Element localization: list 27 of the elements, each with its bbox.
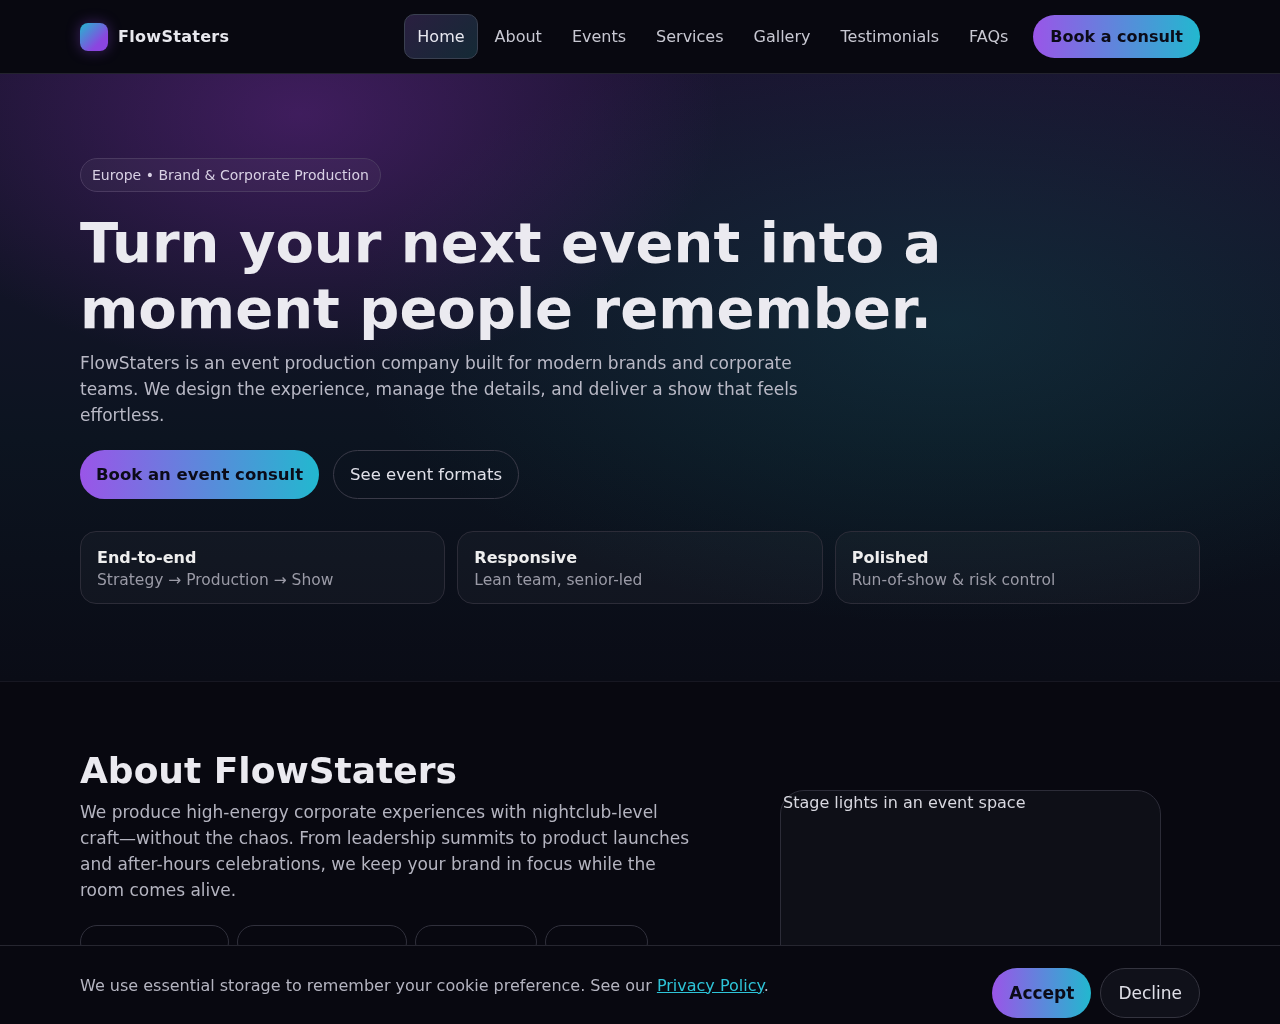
location-badge: Europe • Brand & Corporate Production [80, 158, 381, 192]
primary-button[interactable]: Book an event consult [80, 450, 320, 499]
nav-link[interactable]: Events [558, 14, 640, 59]
feature-title: Responsive [474, 548, 579, 567]
nav-link[interactable]: Services [643, 14, 737, 59]
about-description: We produce high-energy corporate experiences with nightclub-level craft—without the chaos. From leadership summits to product launches and after-hours celebrations, we keep your brand in focus while the room comes alive. [80, 801, 691, 902]
hero-heading: Turn your next event into a moment people remember. [80, 210, 943, 342]
book-consult-button[interactable]: Book a consult [1033, 15, 1200, 58]
privacy-policy-link[interactable]: Privacy Policy [656, 975, 764, 995]
decline-button[interactable]: Decline [1100, 968, 1200, 1018]
accept-button[interactable]: Accept [992, 968, 1092, 1018]
logo-icon [80, 22, 108, 51]
feature-text: Run-of-show & risk control [851, 571, 1057, 589]
nav-link[interactable]: About [481, 14, 555, 59]
nav-link[interactable]: Home [404, 14, 478, 59]
feature-text: Lean team, senior-led [474, 571, 644, 589]
feature-title: Polished [851, 548, 930, 567]
brand-name[interactable]: FlowStaters [118, 27, 230, 46]
feature-title: End-to-end [97, 548, 198, 567]
image-alt-text: Stage lights in an event space [783, 793, 1026, 812]
hero-description: FlowStaters is an event production company built for modern brands and corporate teams. We design the experience, manage the details, and deliver a show that feels effortless. [80, 352, 799, 427]
cookie-message: We use essential storage to remember your cookie preference. See our Privacy Policy. [80, 975, 769, 995]
nav-link[interactable]: Testimonials [827, 14, 952, 59]
feature-text: Strategy → Production → Show [97, 571, 335, 589]
nav-link[interactable]: Gallery [740, 14, 824, 59]
nav-link[interactable]: FAQs [956, 14, 1022, 59]
section-heading: About FlowStaters [80, 750, 458, 791]
